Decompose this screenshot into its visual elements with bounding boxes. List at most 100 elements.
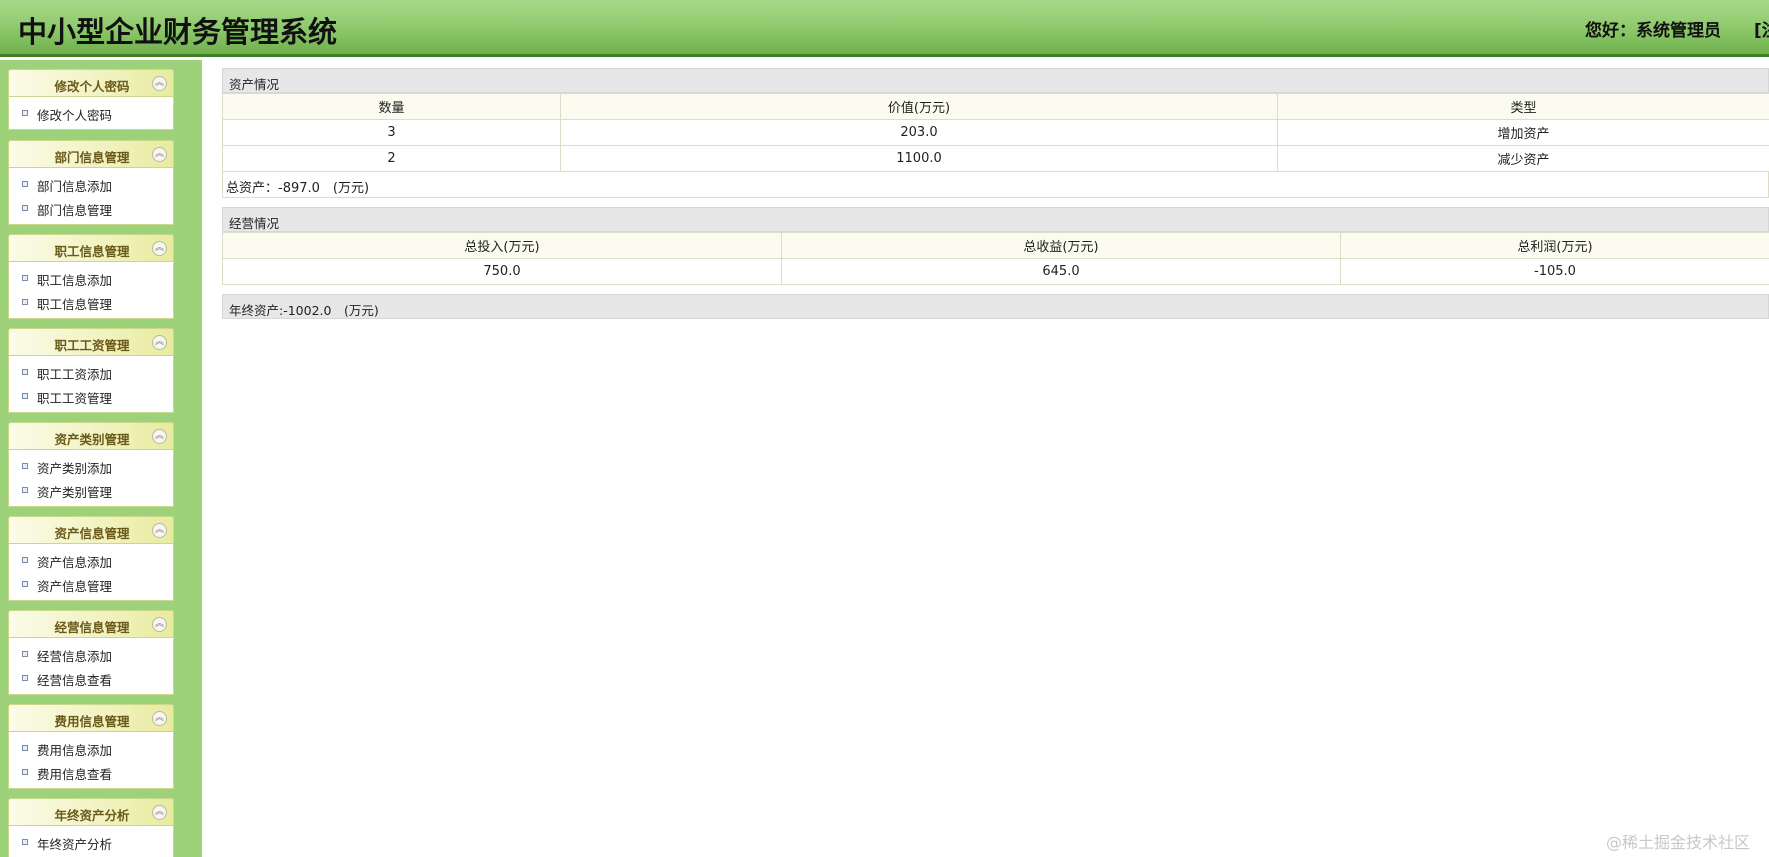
collapse-up-icon[interactable]: ︽ (152, 241, 167, 256)
menu-group-header[interactable]: 修改个人密码 ︽ (8, 69, 174, 97)
sidebar-menu-item-label: 职工信息添加 (37, 273, 113, 288)
bullet-icon (22, 839, 28, 845)
sidebar-menu-item[interactable]: 费用信息查看 (9, 760, 173, 784)
total-assets-summary: 总资产：-897.0 (万元) (222, 172, 1769, 198)
menu-group-body: 年终资产分析 (8, 826, 174, 857)
sidebar-menu-item[interactable]: 职工信息添加 (9, 266, 173, 290)
sidebar-menu-item-label: 资产信息添加 (37, 555, 113, 570)
collapse-up-icon[interactable]: ︽ (152, 429, 167, 444)
collapse-up-icon[interactable]: ︽ (152, 617, 167, 632)
collapse-up-icon[interactable]: ︽ (152, 335, 167, 350)
sidebar-menu-item[interactable]: 资产类别添加 (9, 454, 173, 478)
menu-group: 费用信息管理 ︽ 费用信息添加 费用信息查看 (8, 704, 174, 789)
sidebar-menu-item[interactable]: 资产信息添加 (9, 548, 173, 572)
user-greeting: 您好：系统管理员 (1585, 21, 1721, 41)
bullet-icon (22, 299, 28, 305)
sidebar-menu-item-label: 职工工资管理 (37, 391, 113, 406)
collapse-up-icon[interactable]: ︽ (152, 805, 167, 820)
sidebar-menu-item-label: 部门信息添加 (37, 179, 113, 194)
sidebar-menu-item[interactable]: 资产信息管理 (9, 572, 173, 596)
menu-group: 经营信息管理 ︽ 经营信息添加经营信息查看 (8, 610, 174, 695)
operations-table: 总投入(万元) 总收益(万元) 总利润(万元) 750.0 645.0 -105… (222, 232, 1769, 285)
sidebar-menu-item[interactable]: 年终资产分析 (9, 830, 173, 854)
cell-quantity: 2 (222, 145, 561, 172)
column-header-total-profit: 总利润(万元) (1340, 232, 1769, 259)
collapse-up-icon[interactable]: ︽ (152, 147, 167, 162)
sidebar-menu-item[interactable]: 经营信息查看 (9, 666, 173, 690)
menu-group-header[interactable]: 职工信息管理 ︽ (8, 234, 174, 262)
sidebar-menu-item-label: 经营信息查看 (37, 673, 113, 688)
app-header: 中小型企业财务管理系统 您好：系统管理员 [注 (0, 0, 1769, 57)
column-header-type: 类型 (1277, 93, 1769, 120)
sidebar-menu-item[interactable]: 部门信息添加 (9, 172, 173, 196)
bullet-icon (22, 651, 28, 657)
collapse-up-icon[interactable]: ︽ (152, 76, 167, 91)
menu-group-header[interactable]: 费用信息管理 ︽ (8, 704, 174, 732)
menu-group-header[interactable]: 职工工资管理 ︽ (8, 328, 174, 356)
assets-section-title: 资产情况 (222, 68, 1769, 93)
menu-group-header[interactable]: 资产信息管理 ︽ (8, 516, 174, 544)
menu-group-header[interactable]: 资产类别管理 ︽ (8, 422, 174, 450)
menu-group: 修改个人密码 ︽ 修改个人密码 (8, 69, 174, 130)
bullet-icon (22, 369, 28, 375)
menu-group-header[interactable]: 年终资产分析 ︽ (8, 798, 174, 826)
bullet-icon (22, 181, 28, 187)
operations-section-title: 经营情况 (222, 207, 1769, 232)
sidebar-menu-item-label: 职工信息管理 (37, 297, 113, 312)
sidebar-menu-item[interactable]: 职工信息管理 (9, 290, 173, 314)
cell-type: 增加资产 (1277, 119, 1769, 146)
bullet-icon (22, 205, 28, 211)
menu-group-title: 部门信息管理 (54, 150, 130, 165)
sidebar-menu-item-label: 资产类别管理 (37, 485, 113, 500)
sidebar-menu-item-label: 费用信息添加 (37, 743, 113, 758)
column-header-total-investment: 总投入(万元) (222, 232, 782, 259)
sidebar-menu-item-label: 修改个人密码 (37, 108, 113, 123)
menu-group-title: 职工工资管理 (54, 338, 130, 353)
sidebar-menu-item-label: 资产信息管理 (37, 579, 113, 594)
menu-group-title: 修改个人密码 (54, 79, 130, 94)
menu-group: 资产信息管理 ︽ 资产信息添加 资产信息管理 (8, 516, 174, 601)
table-header-row: 数量 价值(万元) 类型 (222, 93, 1769, 120)
sidebar-menu-item[interactable]: 修改个人密码 (9, 101, 173, 125)
menu-group: 资产类别管理 ︽ 资产类别添加 资产类别管理 (8, 422, 174, 507)
sidebar-menu-item-label: 费用信息查看 (37, 767, 113, 782)
collapse-up-icon[interactable]: ︽ (152, 523, 167, 538)
sidebar-menu-item-label: 年终资产分析 (37, 837, 113, 852)
sidebar-menu-item[interactable]: 职工工资管理 (9, 384, 173, 408)
sidebar-menu-item-label: 资产类别添加 (37, 461, 113, 476)
menu-group-body: 资产信息添加 资产信息管理 (8, 544, 174, 601)
sidebar-menu-item[interactable]: 资产类别管理 (9, 478, 173, 502)
menu-group-body: 修改个人密码 (8, 97, 174, 130)
bullet-icon (22, 463, 28, 469)
table-header-row: 总投入(万元) 总收益(万元) 总利润(万元) (222, 232, 1769, 259)
sidebar-menu-item-label: 部门信息管理 (37, 203, 113, 218)
bullet-icon (22, 745, 28, 751)
menu-group-body: 费用信息添加 费用信息查看 (8, 732, 174, 789)
logout-link[interactable]: [注 (1754, 16, 1769, 41)
menu-group: 年终资产分析 ︽ 年终资产分析 (8, 798, 174, 857)
sidebar-menu-item-label: 职工工资添加 (37, 367, 113, 382)
bullet-icon (22, 275, 28, 281)
sidebar-menu-item[interactable]: 费用信息添加 (9, 736, 173, 760)
bullet-icon (22, 675, 28, 681)
sidebar-menu-item[interactable]: 经营信息添加 (9, 642, 173, 666)
cell-total-revenue: 645.0 (781, 258, 1341, 285)
year-end-assets-summary: 年终资产:-1002.0 (万元) (222, 294, 1769, 319)
sidebar-menu-item[interactable]: 职工工资添加 (9, 360, 173, 384)
column-header-total-revenue: 总收益(万元) (781, 232, 1341, 259)
table-row: 750.0 645.0 -105.0 (222, 258, 1769, 285)
collapse-up-icon[interactable]: ︽ (152, 711, 167, 726)
menu-group-body: 部门信息添加 部门信息管理 (8, 168, 174, 225)
bullet-icon (22, 557, 28, 563)
menu-group-title: 经营信息管理 (54, 620, 130, 635)
main-content: 资产情况 数量 价值(万元) 类型 3 203.0 增加资产 2 1100.0 … (222, 68, 1769, 319)
menu-group-header[interactable]: 部门信息管理 ︽ (8, 140, 174, 168)
app-title: 中小型企业财务管理系统 (18, 15, 338, 49)
menu-group-title: 资产信息管理 (54, 526, 130, 541)
cell-type: 减少资产 (1277, 145, 1769, 172)
bullet-icon (22, 769, 28, 775)
menu-group-body: 职工信息添加 职工信息管理 (8, 262, 174, 319)
menu-group-header[interactable]: 经营信息管理 ︽ (8, 610, 174, 638)
sidebar-menu-item[interactable]: 部门信息管理 (9, 196, 173, 220)
menu-group-title: 资产类别管理 (54, 432, 130, 447)
